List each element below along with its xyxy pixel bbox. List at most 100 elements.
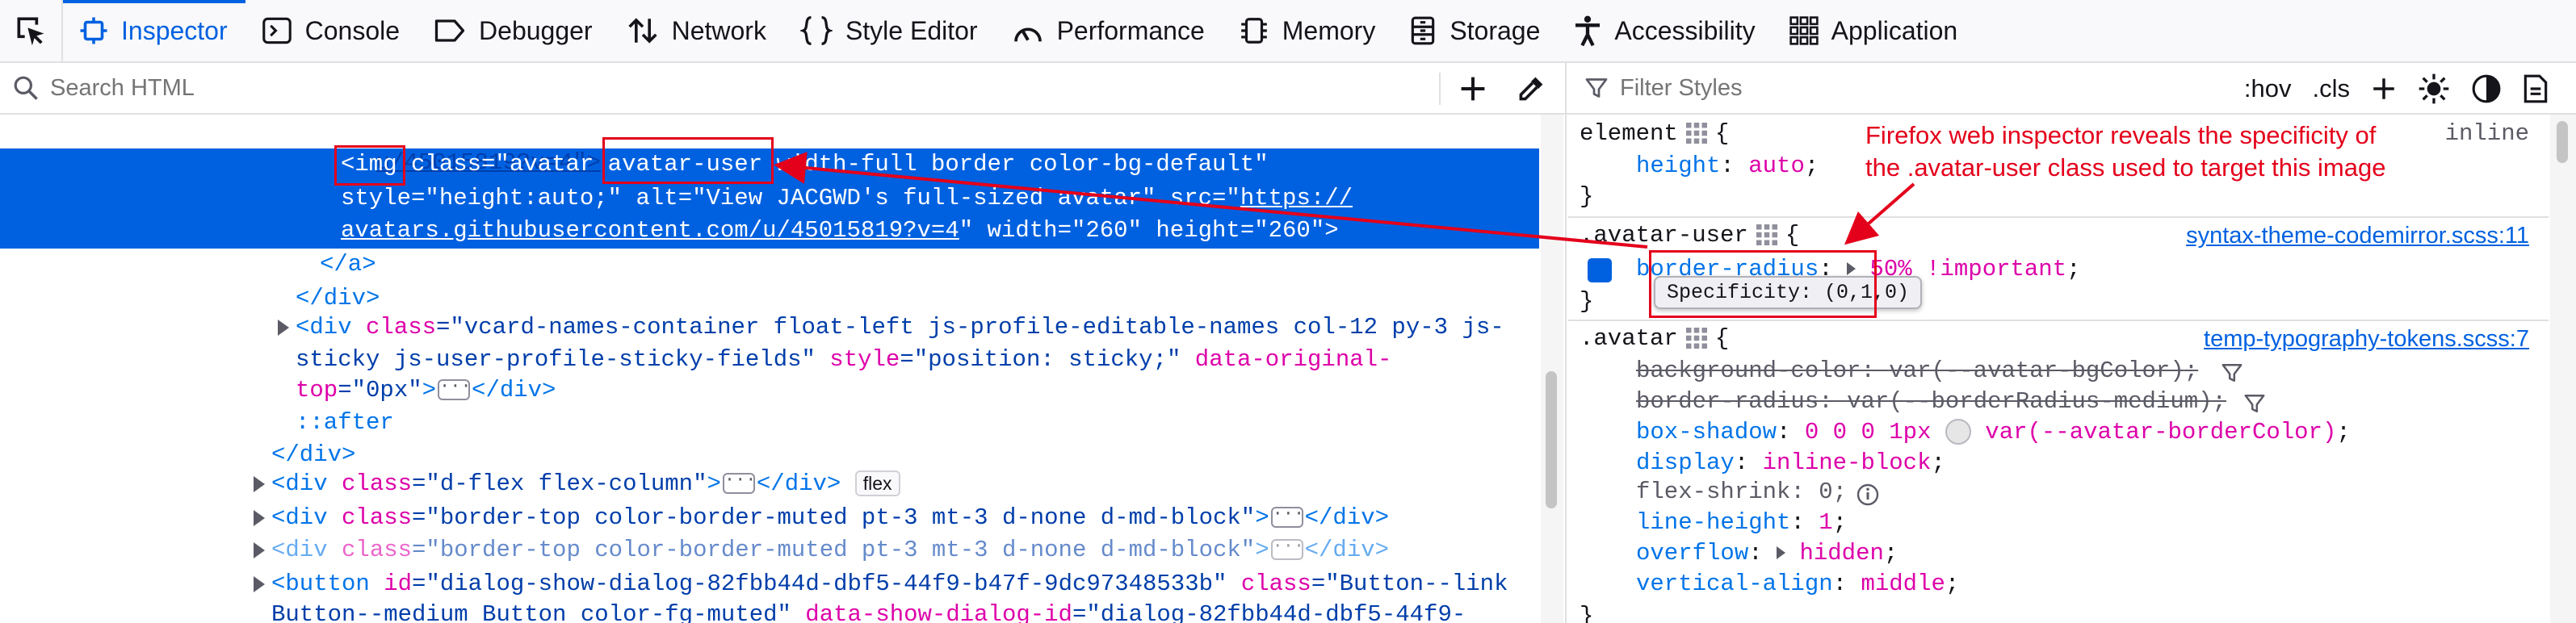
rules-scrollbar[interactable] [2550, 115, 2576, 623]
property-value[interactable]: auto [1748, 153, 1805, 179]
property-name[interactable]: display [1636, 449, 1735, 476]
rule-grid-icon[interactable] [1685, 328, 1707, 349]
tab-debugger[interactable]: Debugger [417, 0, 610, 61]
declaration[interactable]: vertical-align: middle; [1636, 568, 1959, 600]
markup-line[interactable]: u/45015819?v=4"> [320, 115, 601, 176]
markup-line[interactable]: <button id="dialog-show-dialog-82fbb44d-… [271, 568, 1508, 600]
markup-line[interactable]: <div class="vcard-names-container float-… [296, 312, 1504, 344]
expand-twisty[interactable] [254, 576, 265, 592]
markup-line[interactable]: top="0px"> ···</div> [296, 374, 556, 407]
selected-node-line[interactable]: <img class="avatar avatar-user width-ful… [341, 148, 1269, 181]
rule-source-link[interactable]: temp-typography-tokens.scss:7 [2204, 323, 2529, 355]
cls-button[interactable]: .cls [2313, 74, 2351, 103]
light-theme-icon[interactable] [2418, 73, 2450, 105]
property-name[interactable]: overflow [1636, 540, 1748, 567]
selected-node-line[interactable]: avatars.githubusercontent.com/u/45015819… [341, 215, 1339, 247]
markup-line[interactable]: </div> [271, 439, 355, 471]
tab-inspector[interactable]: Inspector [63, 0, 245, 61]
declaration[interactable]: box-shadow: 0 0 0 1px var(--avatar-borde… [1636, 416, 2351, 449]
expand-twisty[interactable] [254, 510, 265, 526]
property-value[interactable]: 1 [1819, 509, 1832, 536]
scrollbar-thumb[interactable] [1546, 371, 1557, 508]
markup-scrollbar[interactable] [1541, 115, 1563, 623]
element-picker-button[interactable] [0, 0, 63, 61]
attr-link[interactable]: avatars.githubusercontent.com/u/45015819… [341, 217, 959, 244]
dark-theme-icon[interactable] [2471, 73, 2502, 104]
tab-label: Inspector [121, 15, 228, 45]
flex-badge[interactable]: flex [854, 470, 900, 497]
add-node-icon[interactable] [1458, 74, 1487, 103]
tab-network[interactable]: Network [610, 0, 784, 61]
tab-style-editor[interactable]: Style Editor [784, 0, 996, 61]
tab-storage[interactable]: Storage [1393, 0, 1558, 61]
property-value[interactable]: middle [1861, 571, 1945, 597]
declaration[interactable]: height: auto; [1636, 150, 1819, 182]
declaration-overridden[interactable]: background-color: var(--avatar-bgColor); [1636, 355, 2198, 387]
hov-button[interactable]: :hov [2244, 74, 2292, 103]
property-name[interactable]: height [1636, 153, 1720, 179]
collapsed-content-badge[interactable]: ··· [1270, 537, 1304, 561]
tab-application[interactable]: Application [1773, 0, 1976, 61]
rule-grid-icon[interactable] [1756, 224, 1777, 246]
color-swatch[interactable] [1945, 419, 1971, 445]
collapsed-content-badge[interactable]: ··· [722, 471, 757, 495]
expand-twisty[interactable] [278, 320, 289, 336]
tab-performance[interactable]: Performance [996, 0, 1223, 61]
eyedropper-icon[interactable] [1517, 74, 1546, 103]
tab-console[interactable]: Console [245, 0, 417, 61]
markup-line[interactable]: Button--medium Button color-fg-muted" da… [271, 599, 1466, 623]
property-value[interactable]: var(--avatar-bgColor) [1889, 357, 2184, 384]
info-icon[interactable] [1856, 483, 1880, 507]
selected-node-line[interactable]: style="height:auto;" alt="View JACGWD's … [341, 182, 1353, 215]
filter-overridden-icon[interactable] [2243, 392, 2266, 415]
attr-name: class [342, 537, 413, 563]
tab-label: Debugger [479, 15, 593, 45]
markup-line[interactable]: </a> [320, 249, 376, 281]
markup-line-hidden-node[interactable]: <div class="border-top color-border-mute… [271, 534, 1389, 567]
property-value[interactable]: hidden [1799, 540, 1883, 567]
property-name[interactable]: line-height [1636, 509, 1790, 536]
add-rule-icon[interactable] [2371, 76, 2397, 102]
declaration-enable-checkbox[interactable] [1588, 258, 1665, 304]
property-name[interactable]: background-color [1636, 357, 1861, 384]
declaration[interactable]: line-height: 1; [1636, 507, 1847, 539]
property-value[interactable]: inline-block [1763, 449, 1932, 476]
expand-twisty[interactable] [254, 476, 265, 492]
pseudo-element-line[interactable]: ::after [296, 407, 394, 439]
filter-overridden-icon[interactable] [2221, 362, 2243, 384]
tag-close: </div> [1304, 537, 1390, 563]
attr-link[interactable]: https:// [1240, 185, 1353, 211]
filter-styles-input[interactable] [1618, 73, 2187, 102]
collapsed-content-badge[interactable]: ··· [1270, 505, 1304, 529]
print-media-icon[interactable] [2523, 73, 2549, 104]
search-html-input[interactable] [48, 73, 1424, 102]
property-name[interactable]: border-radius [1636, 388, 1819, 415]
tab-memory[interactable]: Memory [1223, 0, 1394, 61]
pane-splitter[interactable] [1565, 63, 1567, 623]
property-name[interactable]: flex-shrink [1636, 479, 1790, 505]
attr-name: src [1156, 185, 1213, 211]
declaration[interactable]: display: inline-block; [1636, 447, 1945, 479]
tab-accessibility[interactable]: Accessibility [1558, 0, 1773, 61]
property-name[interactable]: vertical-align [1636, 571, 1833, 597]
collapsed-content-badge[interactable]: ··· [438, 378, 472, 401]
scrollbar-thumb[interactable] [2557, 121, 2568, 163]
markup-line[interactable]: </div> [296, 282, 380, 315]
property-value[interactable]: var(--borderRadius-medium) [1847, 388, 2212, 415]
expand-twisty[interactable] [1777, 546, 1786, 560]
expand-twisty[interactable] [254, 542, 265, 558]
property-value[interactable]: 0 0 0 1px [1805, 419, 1932, 445]
rule-source-link[interactable]: syntax-theme-codemirror.scss:11 [2186, 220, 2529, 252]
markup-line[interactable]: sticky js-user-profile-sticky-fields" st… [296, 344, 1391, 376]
declaration[interactable]: overflow: hidden; [1636, 537, 1898, 570]
markup-line[interactable]: <div class="border-top color-border-mute… [271, 502, 1389, 534]
markup-line[interactable]: <div class="d-flex flex-column"> ···</div… [271, 468, 900, 500]
declaration-inactive[interactable]: flex-shrink: 0; [1636, 476, 1847, 508]
property-value[interactable]: 0 [1819, 479, 1832, 505]
property-value[interactable]: var(--avatar-borderColor) [1985, 419, 2336, 445]
rule-divider [1568, 216, 2549, 218]
rule-selector: element [1580, 120, 1678, 147]
declaration-overridden[interactable]: border-radius: var(--borderRadius-medium… [1636, 386, 2226, 418]
property-name[interactable]: box-shadow [1636, 419, 1777, 445]
rule-grid-icon[interactable] [1685, 123, 1707, 144]
